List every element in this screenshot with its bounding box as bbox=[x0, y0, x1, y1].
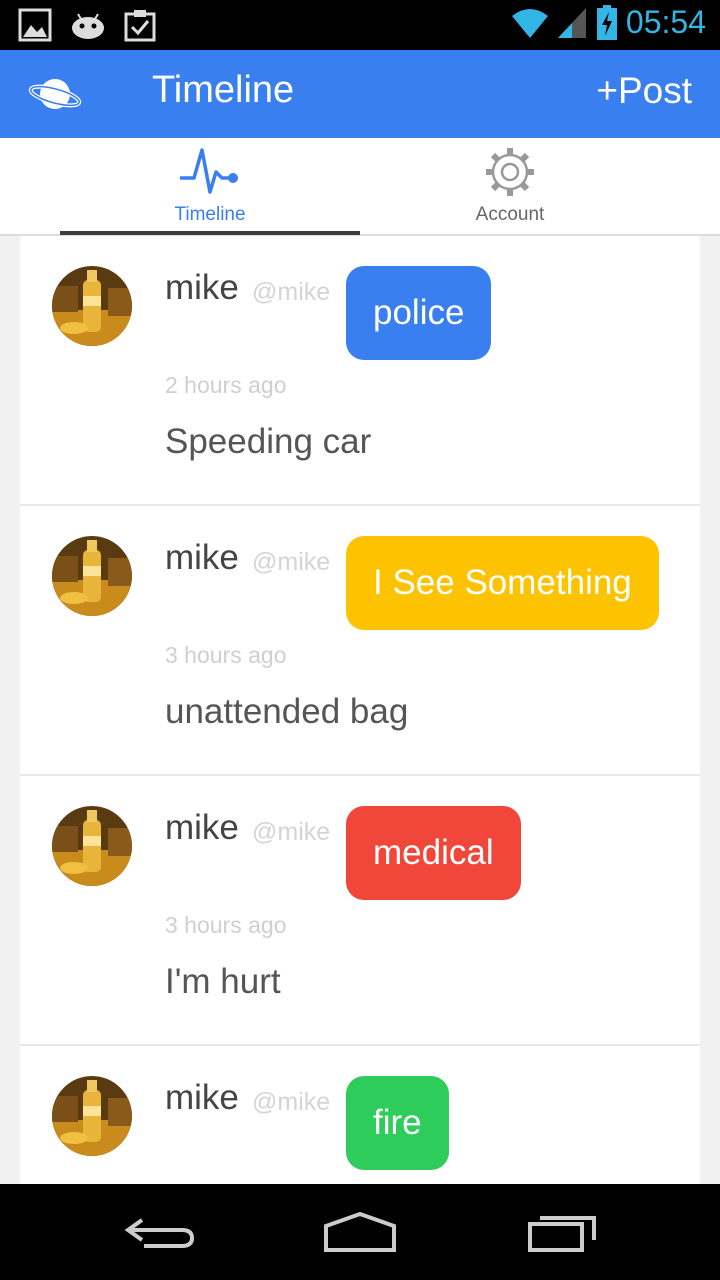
category-badge: I See Something bbox=[346, 536, 659, 630]
avatar[interactable] bbox=[52, 806, 132, 886]
category-badge: fire bbox=[346, 1076, 449, 1170]
post-text: I'm hurt bbox=[165, 962, 281, 1001]
tab-indicator bbox=[60, 231, 360, 235]
gear-icon bbox=[486, 148, 534, 196]
post-timestamp: 3 hours ago bbox=[165, 642, 287, 668]
timeline-feed[interactable]: mike @mike police 2 hours ago Speeding c… bbox=[20, 236, 700, 1184]
tab-account-label: Account bbox=[475, 204, 545, 225]
status-bar: 05:54 bbox=[0, 0, 720, 50]
post-text: unattended bag bbox=[165, 692, 409, 731]
pulse-icon bbox=[180, 148, 238, 194]
app-bar: Timeline +Post bbox=[0, 50, 720, 138]
post-author-name[interactable]: mike bbox=[165, 1078, 239, 1118]
planet-icon[interactable] bbox=[28, 72, 82, 116]
tab-bar: Timeline Account bbox=[0, 138, 720, 236]
clipboard-check-icon bbox=[124, 10, 156, 42]
post-timestamp: 2 hours ago bbox=[165, 372, 287, 398]
avatar[interactable] bbox=[52, 1076, 132, 1156]
post-card[interactable]: mike @mike medical 3 hours ago I'm hurt bbox=[20, 776, 700, 1046]
avatar[interactable] bbox=[52, 266, 132, 346]
app-title: Timeline bbox=[152, 69, 295, 111]
wifi-icon bbox=[511, 8, 548, 38]
post-author-handle: @mike bbox=[252, 818, 331, 846]
home-icon[interactable] bbox=[322, 1210, 398, 1254]
recents-icon[interactable] bbox=[526, 1210, 600, 1254]
post-author-name[interactable]: mike bbox=[165, 538, 239, 578]
post-list: mike @mike police 2 hours ago Speeding c… bbox=[20, 236, 700, 1184]
avatar[interactable] bbox=[52, 536, 132, 616]
post-author-handle: @mike bbox=[252, 1088, 331, 1116]
post-button[interactable]: +Post bbox=[596, 70, 692, 112]
post-author-handle: @mike bbox=[252, 278, 331, 306]
tab-timeline[interactable]: Timeline bbox=[60, 138, 360, 236]
post-card[interactable]: mike @mike I See Something 3 hours ago u… bbox=[20, 506, 700, 776]
gallery-icon bbox=[18, 8, 52, 42]
post-text: Speeding car bbox=[165, 422, 372, 461]
back-icon[interactable] bbox=[124, 1210, 196, 1254]
tab-account[interactable]: Account bbox=[360, 138, 660, 236]
post-author-name[interactable]: mike bbox=[165, 268, 239, 308]
post-author-name[interactable]: mike bbox=[165, 808, 239, 848]
category-badge: medical bbox=[346, 806, 521, 900]
clock: 05:54 bbox=[625, 4, 706, 40]
tab-timeline-label: Timeline bbox=[174, 204, 246, 225]
navigation-bar bbox=[0, 1184, 720, 1280]
android-icon bbox=[72, 13, 104, 39]
battery-charging-icon bbox=[596, 4, 617, 40]
signal-icon bbox=[557, 7, 586, 38]
post-card[interactable]: mike @mike police 2 hours ago Speeding c… bbox=[20, 236, 700, 506]
post-author-handle: @mike bbox=[252, 548, 331, 576]
post-card[interactable]: mike @mike fire bbox=[20, 1046, 700, 1184]
post-timestamp: 3 hours ago bbox=[165, 912, 287, 938]
category-badge: police bbox=[346, 266, 492, 360]
